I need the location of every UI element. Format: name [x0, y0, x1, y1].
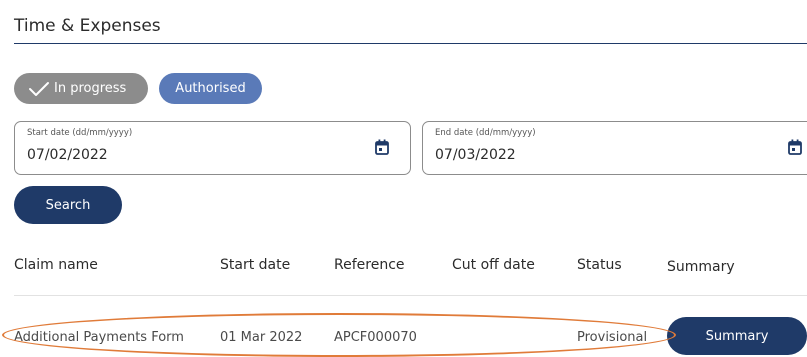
calendar-icon[interactable] [375, 139, 389, 155]
start-date-cell: 01 Mar 2022 [220, 330, 303, 345]
end-date-field[interactable]: End date (dd/mm/yyyy) 07/03/2022 [422, 121, 807, 175]
column-header-status: Status [577, 257, 622, 273]
page-title: Time & Expenses [14, 16, 161, 36]
start-date-value[interactable]: 07/02/2022 [27, 147, 108, 163]
start-date-label: Start date (dd/mm/yyyy) [27, 128, 133, 138]
table-divider [14, 295, 807, 296]
summary-button[interactable]: Summary [667, 317, 807, 355]
end-date-value[interactable]: 07/03/2022 [435, 147, 516, 163]
column-header-reference: Reference [334, 257, 405, 273]
column-header-summary: Summary [667, 259, 735, 275]
filter-chip-label: In progress [54, 81, 127, 96]
search-button[interactable]: Search [14, 186, 122, 224]
check-icon [29, 81, 49, 96]
reference-cell: APCF000070 [334, 330, 417, 345]
filter-chip-authorised[interactable]: Authorised [159, 73, 262, 104]
status-cell: Provisional [577, 330, 648, 345]
claim-name-cell: Additional Payments Form [14, 330, 184, 345]
column-header-cut-off-date: Cut off date [452, 257, 535, 273]
title-divider [14, 43, 807, 44]
calendar-icon[interactable] [788, 139, 802, 155]
filter-chip-label: Authorised [175, 81, 246, 96]
start-date-field[interactable]: Start date (dd/mm/yyyy) 07/02/2022 [14, 121, 411, 175]
end-date-label: End date (dd/mm/yyyy) [435, 128, 536, 138]
column-header-start-date: Start date [220, 257, 291, 273]
filter-chip-in-progress[interactable]: In progress [14, 73, 148, 104]
column-header-claim-name: Claim name [14, 257, 98, 273]
